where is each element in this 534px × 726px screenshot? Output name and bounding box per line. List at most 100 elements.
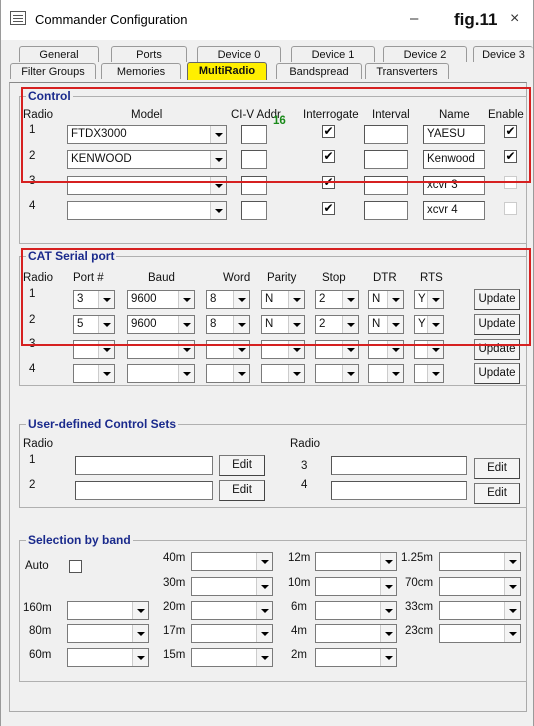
dtr-select[interactable] [368, 340, 404, 359]
parity-select[interactable] [261, 340, 305, 359]
port-select[interactable]: 5 [73, 315, 115, 334]
tab-device-0[interactable]: Device 0 [197, 46, 281, 62]
chevron-down-icon[interactable] [210, 151, 226, 168]
word-select[interactable] [206, 340, 250, 359]
chevron-down-icon[interactable] [387, 316, 403, 333]
chevron-down-icon[interactable] [387, 341, 403, 358]
chevron-down-icon[interactable] [132, 602, 148, 619]
baud-select[interactable]: 9600 [127, 315, 195, 334]
band-select[interactable] [315, 577, 397, 596]
band-select[interactable] [439, 577, 521, 596]
chevron-down-icon[interactable] [427, 291, 443, 308]
chevron-down-icon[interactable] [233, 316, 249, 333]
tab-filter-groups[interactable]: Filter Groups [10, 63, 96, 79]
chevron-down-icon[interactable] [98, 316, 114, 333]
chevron-down-icon[interactable] [178, 291, 194, 308]
baud-select[interactable] [127, 340, 195, 359]
model-select[interactable]: KENWOOD [67, 150, 227, 169]
interval-input[interactable] [364, 125, 408, 144]
interrogate-checkbox[interactable]: ✔ [322, 150, 335, 163]
chevron-down-icon[interactable] [387, 291, 403, 308]
stop-select[interactable]: 2 [315, 315, 359, 334]
control-set-input[interactable] [75, 456, 213, 475]
model-select[interactable]: FTDX3000 [67, 125, 227, 144]
chevron-down-icon[interactable] [256, 553, 272, 570]
rts-select[interactable]: Y [414, 315, 444, 334]
tab-transverters[interactable]: Transverters [365, 63, 449, 79]
stop-select[interactable] [315, 340, 359, 359]
band-select[interactable] [67, 601, 149, 620]
parity-select[interactable]: N [261, 290, 305, 309]
radio-name-input[interactable]: YAESU [423, 125, 485, 144]
enable-checkbox[interactable] [504, 176, 517, 189]
update-button[interactable]: Update [474, 314, 520, 335]
chevron-down-icon[interactable] [256, 649, 272, 666]
chevron-down-icon[interactable] [427, 365, 443, 382]
chevron-down-icon[interactable] [256, 578, 272, 595]
band-select[interactable] [439, 624, 521, 643]
rts-select[interactable] [414, 364, 444, 383]
chevron-down-icon[interactable] [380, 553, 396, 570]
dtr-select[interactable]: N [368, 290, 404, 309]
chevron-down-icon[interactable] [288, 341, 304, 358]
minimize-button[interactable]: – [410, 10, 418, 27]
interrogate-checkbox[interactable]: ✔ [322, 125, 335, 138]
parity-select[interactable]: N [261, 315, 305, 334]
rts-select[interactable]: Y [414, 290, 444, 309]
edit-button[interactable]: Edit [219, 455, 265, 476]
dtr-select[interactable] [368, 364, 404, 383]
chevron-down-icon[interactable] [380, 602, 396, 619]
chevron-down-icon[interactable] [504, 578, 520, 595]
civ-addr-input[interactable] [241, 176, 267, 195]
band-select[interactable] [315, 624, 397, 643]
chevron-down-icon[interactable] [233, 291, 249, 308]
civ-addr-input[interactable] [241, 125, 267, 144]
band-select[interactable] [439, 601, 521, 620]
tab-general[interactable]: General [19, 46, 99, 62]
chevron-down-icon[interactable] [380, 625, 396, 642]
stop-select[interactable]: 2 [315, 290, 359, 309]
close-button[interactable]: × [510, 10, 519, 28]
word-select[interactable]: 8 [206, 290, 250, 309]
port-select[interactable]: 3 [73, 290, 115, 309]
chevron-down-icon[interactable] [98, 291, 114, 308]
chevron-down-icon[interactable] [132, 625, 148, 642]
radio-name-input[interactable]: xcvr 3 [423, 176, 485, 195]
word-select[interactable]: 8 [206, 315, 250, 334]
chevron-down-icon[interactable] [504, 553, 520, 570]
band-select[interactable] [67, 624, 149, 643]
tab-device-1[interactable]: Device 1 [291, 46, 375, 62]
chevron-down-icon[interactable] [98, 341, 114, 358]
tab-device-3[interactable]: Device 3 [473, 46, 533, 62]
chevron-down-icon[interactable] [380, 578, 396, 595]
radio-name-input[interactable]: xcvr 4 [423, 201, 485, 220]
port-select[interactable] [73, 364, 115, 383]
civ-addr-input[interactable] [241, 201, 267, 220]
chevron-down-icon[interactable] [132, 649, 148, 666]
chevron-down-icon[interactable] [178, 365, 194, 382]
band-select[interactable] [191, 601, 273, 620]
word-select[interactable] [206, 364, 250, 383]
tab-ports[interactable]: Ports [111, 46, 187, 62]
parity-select[interactable] [261, 364, 305, 383]
interrogate-checkbox[interactable]: ✔ [322, 176, 335, 189]
tab-bandspread[interactable]: Bandspread [276, 63, 362, 79]
chevron-down-icon[interactable] [178, 341, 194, 358]
edit-button[interactable]: Edit [219, 480, 265, 501]
band-select[interactable] [439, 552, 521, 571]
band-select[interactable] [67, 648, 149, 667]
enable-checkbox[interactable]: ✔ [504, 125, 517, 138]
chevron-down-icon[interactable] [288, 291, 304, 308]
chevron-down-icon[interactable] [504, 625, 520, 642]
chevron-down-icon[interactable] [210, 126, 226, 143]
model-select[interactable] [67, 176, 227, 195]
chevron-down-icon[interactable] [256, 625, 272, 642]
rts-select[interactable] [414, 340, 444, 359]
civ-addr-input[interactable] [241, 150, 267, 169]
dtr-select[interactable]: N [368, 315, 404, 334]
tab-device-2[interactable]: Device 2 [383, 46, 467, 62]
control-set-input[interactable] [331, 481, 467, 500]
chevron-down-icon[interactable] [342, 291, 358, 308]
stop-select[interactable] [315, 364, 359, 383]
control-set-input[interactable] [331, 456, 467, 475]
